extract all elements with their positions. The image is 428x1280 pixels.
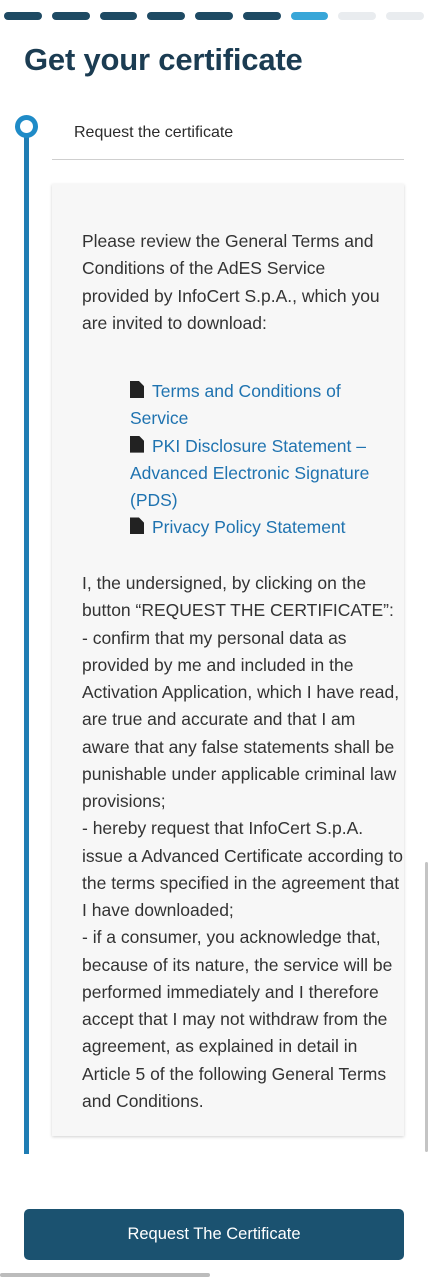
- step-label: Request the certificate: [74, 124, 234, 141]
- document-link-privacy[interactable]: Privacy Policy Statement: [130, 514, 390, 541]
- progress-segment-6: [242, 12, 281, 20]
- request-certificate-button[interactable]: Request The Certificate: [24, 1209, 404, 1260]
- document-icon: [130, 435, 144, 453]
- progress-segment-4: [147, 12, 186, 20]
- progress-segment-5: [195, 12, 233, 20]
- document-icon: [130, 381, 144, 398]
- terms-intro-text: Please review the General Terms and Cond…: [82, 231, 380, 333]
- terms-card: Please review the General Terms and Cond…: [52, 184, 404, 1136]
- progress-segment-3: [99, 12, 138, 20]
- progress-segment-2: [51, 12, 90, 20]
- home-indicator: [0, 1273, 210, 1277]
- step-timeline-line: [24, 130, 29, 1154]
- document-links-list: Terms and Conditions of Service PKI Disc…: [130, 378, 390, 542]
- progress-segment-8: [338, 12, 377, 20]
- document-link-label[interactable]: Privacy Policy Statement: [152, 517, 346, 537]
- page-title: Get your certificate: [24, 42, 303, 77]
- document-icon: [130, 517, 144, 535]
- progress-segment-7: [290, 12, 329, 20]
- progress-segment-1: [4, 12, 42, 20]
- document-link-terms[interactable]: Terms and Conditions of Service: [130, 378, 390, 433]
- declaration-text: I, the undersigned, by clicking on the b…: [82, 573, 404, 1111]
- step-divider: [52, 159, 404, 160]
- document-link-label[interactable]: PKI Disclosure Statement – Advanced Elec…: [130, 436, 369, 511]
- ring-step-icon: [15, 115, 38, 138]
- document-link-label[interactable]: Terms and Conditions of Service: [130, 381, 341, 428]
- document-link-pds[interactable]: PKI Disclosure Statement – Advanced Elec…: [130, 433, 390, 515]
- progress-segment-9: [386, 12, 425, 20]
- progress-stepper: [4, 12, 425, 22]
